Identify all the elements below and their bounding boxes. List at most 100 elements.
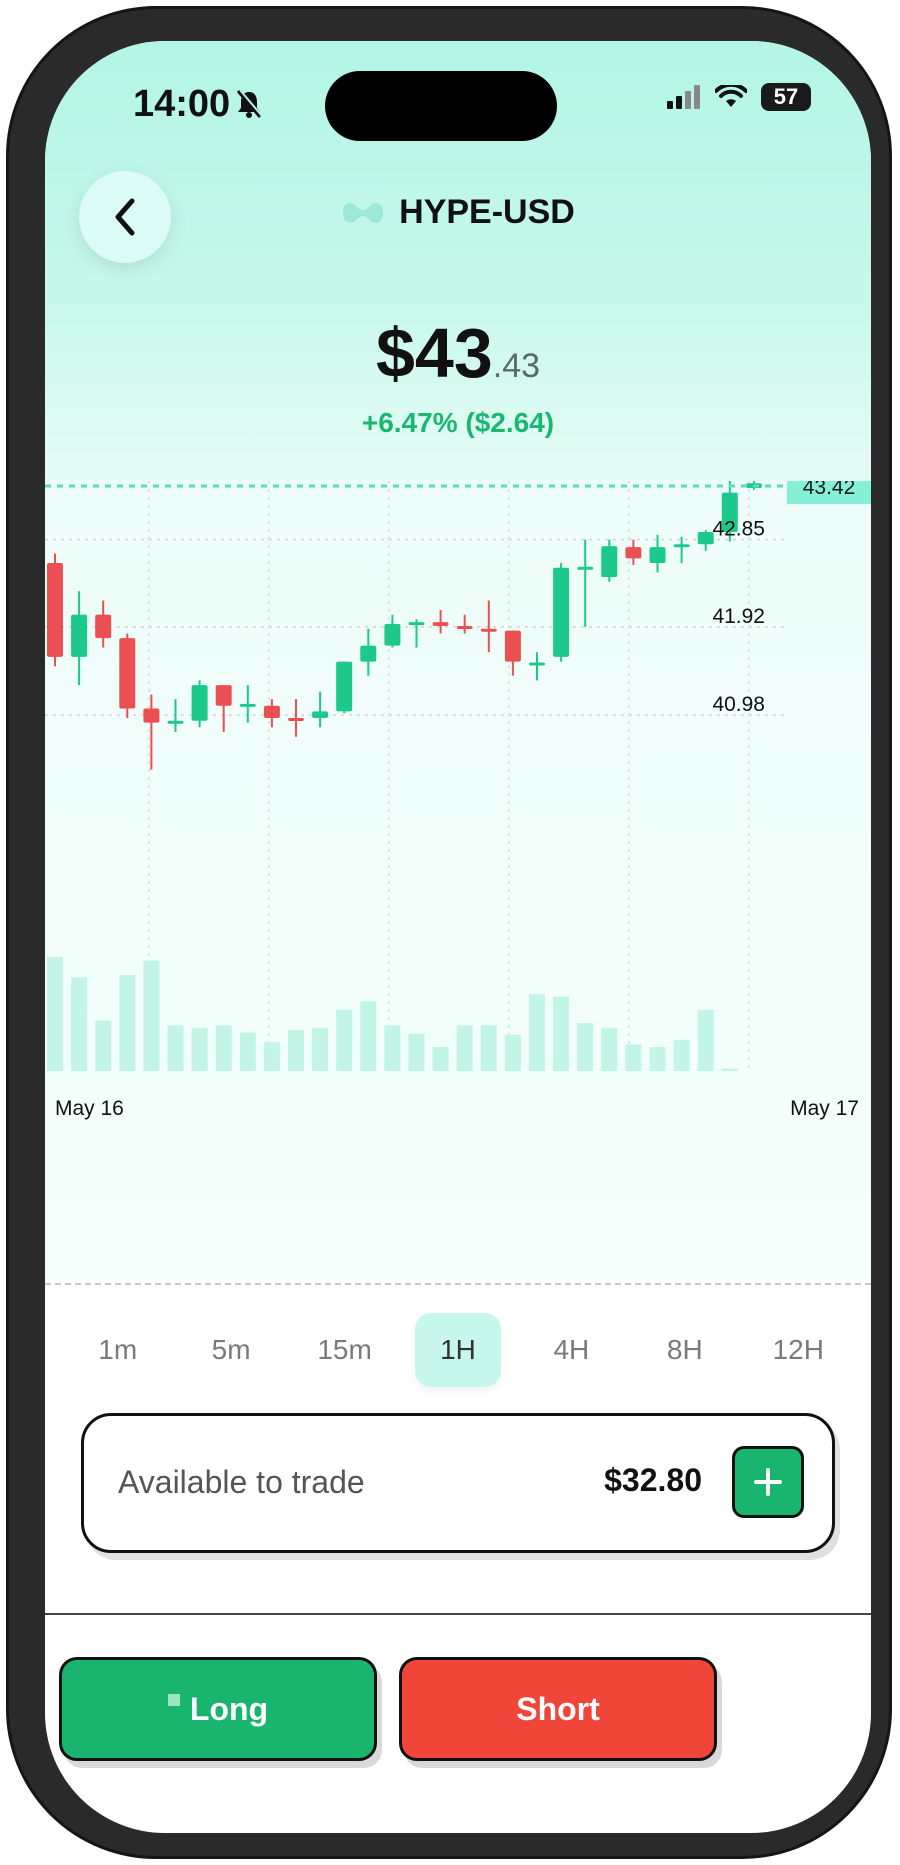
timeframe-15m[interactable]: 15m [302, 1313, 388, 1387]
candle-body [625, 547, 642, 559]
title-row: HYPE-USD [45, 193, 871, 232]
app-screen: 14:00 57 HYPE-USD $43.43 +6.47% ($2.64) … [45, 41, 871, 1833]
timeframe-5m[interactable]: 5m [188, 1313, 274, 1387]
candle [432, 609, 449, 634]
available-label: Available to trade [118, 1464, 365, 1500]
hype-logo-icon [343, 202, 384, 223]
candle-body [95, 614, 112, 639]
volume-bar [47, 957, 63, 1071]
candle-body [673, 544, 690, 548]
status-icons: 57 [667, 83, 811, 111]
price-chart[interactable]: 43.42 43.7842.8541.9240.98 May 16May 17 [45, 481, 871, 1281]
candle [601, 539, 618, 582]
candle [504, 630, 521, 676]
long-button[interactable]: Long [59, 1657, 377, 1761]
timeframe-4h[interactable]: 4H [528, 1313, 614, 1387]
candle [697, 530, 714, 551]
candle [625, 539, 642, 565]
candle [239, 685, 256, 723]
volume-bar [625, 1044, 642, 1071]
volume-bar [95, 1020, 112, 1071]
phone-frame: 14:00 57 HYPE-USD $43.43 +6.47% ($2.64) … [6, 6, 892, 1859]
candle-body [456, 625, 473, 629]
candle [288, 699, 304, 737]
current-price-label: 43.42 [803, 481, 856, 499]
volume-bar [263, 1042, 280, 1071]
candle [263, 699, 280, 728]
candle-body [119, 638, 136, 709]
price-display: $43.43 [45, 313, 871, 393]
volume-bar [673, 1039, 690, 1071]
y-tick-label: 41.92 [712, 605, 765, 628]
candle-body [47, 563, 63, 657]
silent-bell-icon [236, 89, 263, 118]
volume-bar [384, 1025, 401, 1071]
volume-bar [119, 975, 136, 1071]
volume-bar [239, 1032, 256, 1071]
volume-bar [577, 1023, 594, 1071]
dynamic-island [325, 71, 557, 141]
x-tick-label: May 17 [790, 1097, 859, 1120]
candle-body [432, 622, 449, 626]
volume-bar [143, 960, 160, 1071]
candle-body [504, 630, 521, 662]
volume-bar [601, 1027, 618, 1071]
available-balance-card: Available to trade $32.80 [81, 1413, 835, 1553]
volume-bar [167, 1025, 184, 1071]
candle-body [143, 708, 160, 723]
candle [47, 553, 63, 667]
candle-body [697, 532, 714, 545]
available-amount: $32.80 [604, 1462, 702, 1498]
candle [119, 633, 136, 718]
add-funds-button[interactable] [732, 1446, 804, 1518]
candle-body [408, 622, 425, 626]
candle-body [288, 717, 304, 721]
candle-body [312, 711, 329, 718]
x-axis-labels: May 16 May 17 [55, 1097, 859, 1120]
volume-bar [215, 1025, 232, 1071]
candle-body [553, 567, 570, 657]
candle [360, 628, 377, 676]
volume-bar [697, 1009, 714, 1071]
short-button[interactable]: Short [399, 1657, 717, 1761]
candle-body [529, 662, 545, 666]
wifi-icon [715, 85, 747, 107]
candle-body [71, 614, 88, 657]
price-integer: $43 [375, 314, 493, 392]
signal-icon [667, 85, 700, 109]
volume-bar [504, 1035, 521, 1071]
volume-bar [191, 1027, 208, 1071]
battery-icon: 57 [761, 83, 811, 111]
y-tick-label: 40.98 [712, 693, 765, 716]
volume-bar [553, 996, 570, 1071]
candle-body [167, 720, 184, 724]
pair-title: HYPE-USD [399, 193, 575, 231]
candle [553, 563, 570, 662]
candle [336, 661, 353, 714]
volume-bar [456, 1025, 473, 1071]
volume-bar [336, 1009, 353, 1071]
volume-bar [480, 1025, 497, 1071]
candle-body [384, 624, 401, 646]
candle-body [360, 645, 377, 662]
candle-body [649, 547, 666, 564]
candle-body [601, 546, 618, 578]
volume-bar [432, 1047, 449, 1071]
status-time: 14:00 [133, 83, 231, 125]
timeframe-12h[interactable]: 12H [755, 1313, 841, 1387]
volume-bar [721, 1068, 738, 1071]
volume-bar [408, 1033, 425, 1071]
plus-icon [754, 1468, 782, 1496]
candle [191, 680, 208, 728]
timeframe-1h[interactable]: 1H [414, 1313, 501, 1387]
volume-bar [71, 977, 88, 1071]
candle [215, 685, 232, 733]
candles [47, 481, 762, 770]
long-button-label: Long [189, 1690, 269, 1727]
candle [312, 691, 329, 728]
price-decimals: .43 [492, 347, 541, 385]
timeframe-8h[interactable]: 8H [642, 1313, 728, 1387]
timeframe-1m[interactable]: 1m [75, 1313, 161, 1387]
candle-body [480, 628, 497, 632]
candle [384, 614, 401, 648]
